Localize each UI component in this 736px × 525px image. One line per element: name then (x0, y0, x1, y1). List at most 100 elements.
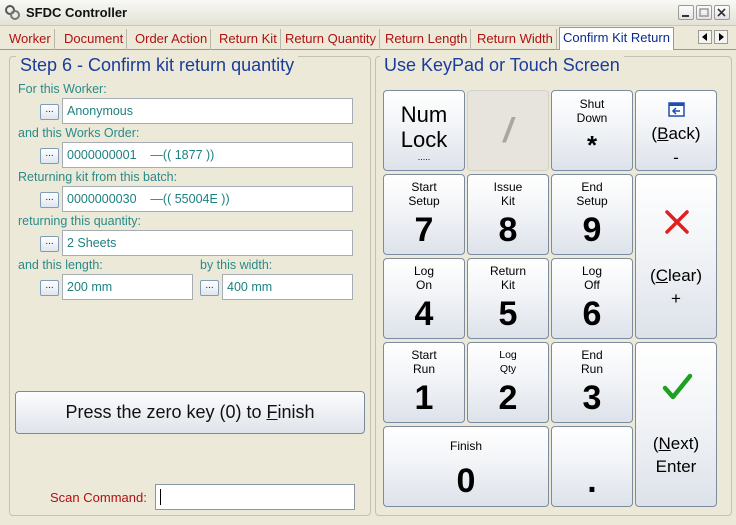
tab-worker[interactable]: Worker (6, 29, 55, 50)
slash-glyph: / (503, 112, 513, 150)
key-3-line1: End (581, 348, 603, 362)
key-slash: / (467, 90, 549, 171)
app-icon (5, 5, 20, 20)
tab-document[interactable]: Document (61, 29, 128, 50)
next-rest: ext) (670, 434, 700, 453)
maximize-icon (699, 8, 709, 17)
key-7-digit: 7 (414, 211, 434, 249)
shutdown-line1: Shut (579, 97, 605, 111)
quantity-field[interactable]: 2 Sheets (62, 230, 353, 256)
window-title: SFDC Controller (26, 5, 128, 20)
key-0-line1: Finish (449, 439, 482, 453)
key-1[interactable]: Start Run 1 (383, 342, 465, 423)
shutdown-line2: Down (576, 111, 608, 125)
finish-button[interactable]: Press the zero key (0) to Finish (15, 391, 365, 434)
maximize-button[interactable] (696, 5, 712, 20)
num-lock-line2: Lock (400, 127, 448, 152)
key-8[interactable]: Issue Kit 8 (467, 174, 549, 255)
tab-return-kit[interactable]: Return Kit (216, 29, 281, 50)
clear-accel: C (655, 266, 668, 285)
quantity-lookup-button[interactable]: ... (40, 236, 59, 252)
close-button[interactable] (714, 5, 730, 20)
key-4-digit: 4 (414, 295, 434, 333)
key-next-enter[interactable]: (Next) Enter (635, 342, 717, 507)
key-8-line1: Issue (493, 180, 523, 194)
works-order-label: and this Works Order: (18, 126, 140, 140)
batch-lookup-button[interactable]: ... (40, 192, 59, 208)
worker-field[interactable]: Anonymous (62, 98, 353, 124)
width-lookup-button[interactable]: ... (200, 280, 219, 296)
back-label: (Back) (636, 123, 716, 145)
num-lock-sub: ..... (417, 152, 431, 162)
key-num-lock[interactable]: Num Lock ..... (383, 90, 465, 171)
key-dot[interactable]: . (551, 426, 633, 507)
key-3[interactable]: End Run 3 (551, 342, 633, 423)
tab-scroll-right-button[interactable] (714, 30, 728, 44)
key-2[interactable]: Log Qty 2 (467, 342, 549, 423)
key-6-line2: Off (584, 278, 600, 292)
key-0-digit: 0 (456, 462, 476, 500)
tab-return-length[interactable]: Return Length (382, 29, 472, 50)
length-label: and this length: (18, 258, 103, 272)
back-symbol: - (673, 148, 679, 167)
arrow-left-icon (702, 33, 707, 41)
close-icon (717, 8, 726, 17)
width-field[interactable]: 400 mm (222, 274, 353, 300)
dot-glyph: . (587, 462, 597, 500)
tab-order-action[interactable]: Order Action (132, 29, 212, 50)
clear-label: (Clear) (636, 265, 716, 287)
key-3-line2: Run (580, 362, 603, 376)
works-order-lookup-button[interactable]: ... (40, 148, 59, 164)
minimize-button[interactable] (678, 5, 694, 20)
key-8-digit: 8 (498, 211, 518, 249)
finish-button-label-rest: inish (277, 402, 315, 422)
key-5[interactable]: Return Kit 5 (467, 258, 549, 339)
key-back[interactable]: (Back) - (635, 90, 717, 171)
batch-label: Returning kit from this batch: (18, 170, 178, 184)
key-shutdown[interactable]: Shut Down * (551, 90, 633, 171)
key-4-line2: On (415, 278, 432, 292)
key-clear[interactable]: (Clear) + (635, 174, 717, 339)
shutdown-symbol: * (586, 130, 598, 160)
minimize-icon (682, 15, 689, 17)
key-2-digit: 2 (498, 379, 518, 417)
tab-return-quantity[interactable]: Return Quantity (282, 29, 381, 50)
check-icon (662, 373, 693, 400)
scan-command-input[interactable] (155, 484, 355, 510)
length-field[interactable]: 200 mm (62, 274, 193, 300)
key-5-line2: Kit (500, 278, 515, 292)
finish-button-label: Press the zero key (0) to (65, 402, 267, 422)
tab-scroll-left-button[interactable] (698, 30, 712, 44)
batch-field[interactable]: 0000000030 —(( 55004E )) (62, 186, 353, 212)
keypad-title: Use KeyPad or Touch Screen (380, 55, 624, 76)
key-0[interactable]: Finish 0 (383, 426, 549, 507)
next-accel: N (658, 434, 671, 453)
key-4-line1: Log (413, 264, 435, 278)
worker-label: For this Worker: (18, 82, 107, 96)
tab-return-width[interactable]: Return Width (474, 29, 557, 50)
key-5-digit: 5 (498, 295, 518, 333)
back-rest: ack) (668, 124, 701, 143)
length-lookup-button[interactable]: ... (40, 280, 59, 296)
key-4[interactable]: Log On 4 (383, 258, 465, 339)
tab-confirm-kit-return[interactable]: Confirm Kit Return (559, 27, 674, 50)
key-6-digit: 6 (582, 295, 602, 333)
quantity-label: returning this quantity: (18, 214, 141, 228)
key-9-line1: End (581, 180, 603, 194)
back-accel: B (657, 124, 669, 143)
key-7[interactable]: Start Setup 7 (383, 174, 465, 255)
tab-strip: Worker Document Order Action Return Kit … (0, 26, 736, 50)
key-3-digit: 3 (582, 379, 602, 417)
worker-lookup-button[interactable]: ... (40, 104, 59, 120)
key-1-line2: Run (412, 362, 435, 376)
text-caret (160, 489, 161, 505)
works-order-field[interactable]: 0000000001 —(( 1877 )) (62, 142, 353, 168)
key-5-line1: Return (489, 264, 527, 278)
key-2-line1: Log (499, 349, 517, 361)
finish-button-accel: F (266, 402, 278, 422)
panel-title: Step 6 - Confirm kit return quantity (16, 55, 299, 76)
title-bar: SFDC Controller (0, 0, 736, 26)
key-1-digit: 1 (414, 379, 434, 417)
key-9[interactable]: End Setup 9 (551, 174, 633, 255)
key-6[interactable]: Log Off 6 (551, 258, 633, 339)
